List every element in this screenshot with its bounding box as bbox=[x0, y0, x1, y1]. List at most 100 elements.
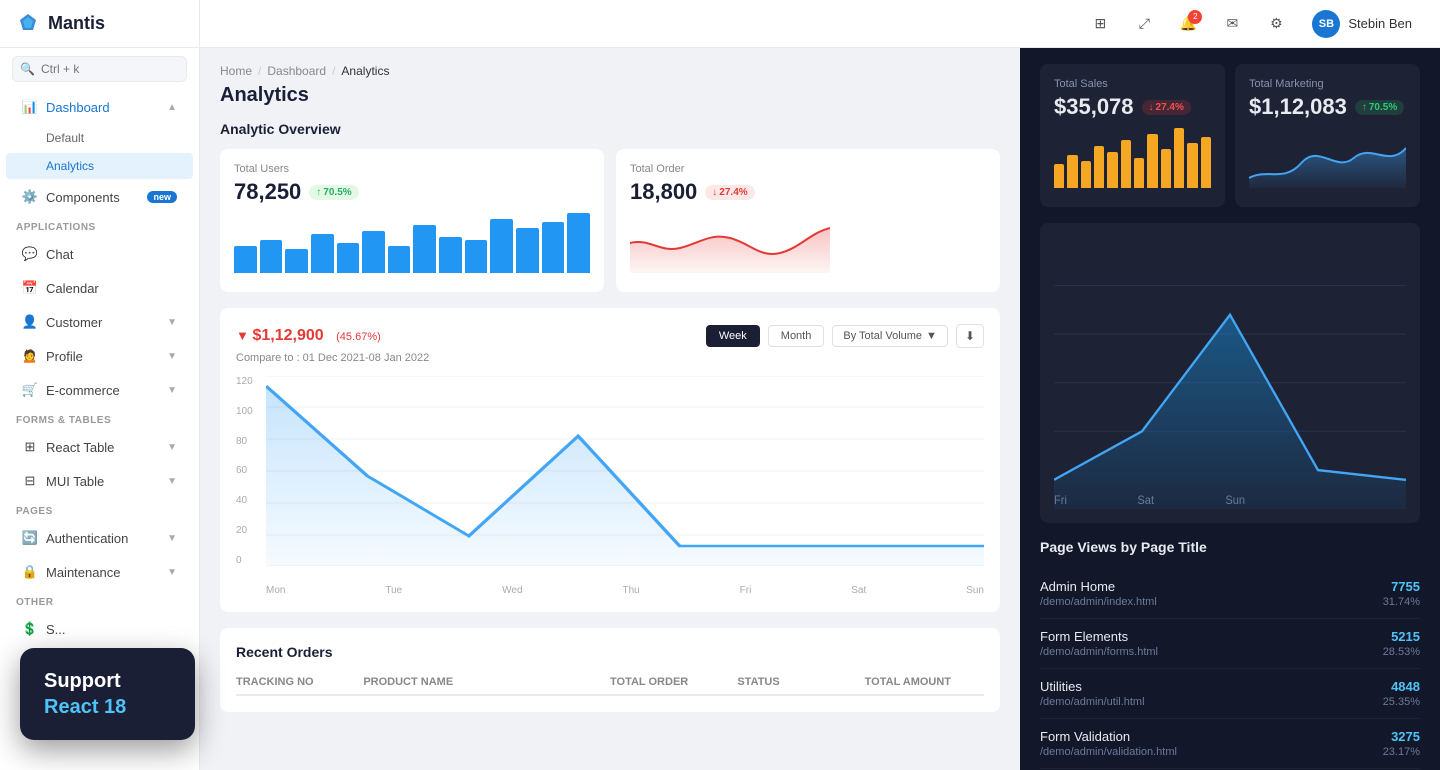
page-view-item: Admin Home /demo/admin/index.html 7755 3… bbox=[1040, 569, 1420, 619]
week-btn[interactable]: Week bbox=[706, 325, 760, 347]
components-icon: ⚙️ bbox=[22, 189, 38, 205]
breadcrumb-home[interactable]: Home bbox=[220, 64, 252, 78]
topbar: ⊞ ⤢ 🔔 2 ✉ ⚙ SB Stebin Ben bbox=[200, 0, 1440, 48]
page-count: 4848 bbox=[1383, 679, 1420, 694]
fullscreen-icon-btn[interactable]: ⤢ bbox=[1128, 8, 1160, 40]
download-btn[interactable]: ⬇ bbox=[956, 324, 984, 348]
new-badge: new bbox=[147, 191, 177, 203]
sidebar-item-label: React Table bbox=[46, 440, 114, 455]
month-btn[interactable]: Month bbox=[768, 325, 825, 347]
breadcrumb-dashboard[interactable]: Dashboard bbox=[267, 64, 326, 78]
page-views-list: Admin Home /demo/admin/index.html 7755 3… bbox=[1040, 569, 1420, 770]
profile-icon: 🙍 bbox=[22, 348, 38, 364]
sales-bar-chart bbox=[1054, 128, 1211, 188]
sidebar-item-customer[interactable]: 👤 Customer ▼ bbox=[6, 306, 193, 338]
svg-text:Fri: Fri bbox=[1054, 495, 1067, 507]
support-react18-popup[interactable]: Support React 18 bbox=[20, 648, 195, 740]
section-forms-tables: Forms & Tables bbox=[0, 407, 199, 430]
notification-badge: 2 bbox=[1188, 10, 1202, 24]
col-total-order: Total Order bbox=[610, 676, 729, 688]
sidebar-item-dashboard[interactable]: 📊 Dashboard ▲ bbox=[6, 91, 193, 123]
chevron-down-icon: ▼ bbox=[167, 533, 177, 544]
section-other: Other bbox=[0, 589, 199, 612]
bell-icon-btn[interactable]: 🔔 2 bbox=[1172, 8, 1204, 40]
avatar: SB bbox=[1312, 10, 1340, 38]
chevron-down-icon: ▼ bbox=[167, 317, 177, 328]
user-menu[interactable]: SB Stebin Ben bbox=[1304, 6, 1420, 42]
mantis-logo-icon bbox=[16, 12, 40, 36]
sidebar-item-react-table[interactable]: ⊞ React Table ▼ bbox=[6, 431, 193, 463]
page-view-item: Form Validation /demo/admin/validation.h… bbox=[1040, 719, 1420, 769]
search-input[interactable] bbox=[12, 56, 187, 82]
users-bar-chart bbox=[234, 213, 590, 273]
sidebar-item-label: Customer bbox=[46, 315, 102, 330]
sidebar-subitem-default[interactable]: Default bbox=[6, 125, 193, 151]
col-tracking: Tracking No bbox=[236, 676, 355, 688]
sidebar-item-label: Calendar bbox=[46, 281, 99, 296]
col-total-amount: Total Amount bbox=[865, 676, 984, 688]
search-icon: 🔍 bbox=[20, 62, 35, 76]
breadcrumb: Home / Dashboard / Analytics bbox=[220, 64, 1000, 78]
stat-card-orders: Total Order 18,800 ↓ 27.4% bbox=[616, 149, 1000, 292]
calendar-icon: 📅 bbox=[22, 280, 38, 296]
stat-label: Total Users bbox=[234, 163, 590, 175]
sidebar-item-label: S... bbox=[46, 622, 66, 637]
chevron-up-icon: ▲ bbox=[167, 102, 177, 113]
recent-orders-title: Recent Orders bbox=[236, 644, 984, 660]
page-view-item: Form Elements /demo/admin/forms.html 521… bbox=[1040, 619, 1420, 669]
support-text-line2: React 18 bbox=[44, 694, 171, 720]
sidebar-item-chat[interactable]: 💬 Chat bbox=[6, 238, 193, 270]
stat-label-dark: Total Sales bbox=[1054, 78, 1211, 90]
income-header: ▼ $1,12,900 (45.67%) Week Month By Total… bbox=[236, 324, 984, 348]
page-url: /demo/admin/util.html bbox=[1040, 696, 1145, 708]
page-view-item: Utilities /demo/admin/util.html 4848 25.… bbox=[1040, 669, 1420, 719]
volume-btn[interactable]: By Total Volume ▼ bbox=[832, 325, 948, 347]
page-pct: 28.53% bbox=[1383, 646, 1420, 658]
auth-icon: 🔄 bbox=[22, 530, 38, 546]
dashboard-icon: 📊 bbox=[22, 99, 38, 115]
sidebar-item-components[interactable]: ⚙️ Components new bbox=[6, 181, 193, 213]
stat-cards-row: Total Users 78,250 ↑ 70.5% bbox=[220, 149, 1000, 292]
content-right: Total Sales $35,078 ↓ 27.4% bbox=[1020, 48, 1440, 770]
income-arrow: ▼ bbox=[236, 328, 252, 343]
breadcrumb-sep2: / bbox=[332, 64, 335, 78]
mail-icon-btn[interactable]: ✉ bbox=[1216, 8, 1248, 40]
sidebar-item-profile[interactable]: 🙍 Profile ▼ bbox=[6, 340, 193, 372]
sidebar-item-label: Dashboard bbox=[46, 100, 110, 115]
customer-icon: 👤 bbox=[22, 314, 38, 330]
income-line-chart: 120 100 80 60 40 20 0 bbox=[236, 376, 984, 596]
sidebar-item-calendar[interactable]: 📅 Calendar bbox=[6, 272, 193, 304]
sidebar-item-authentication[interactable]: 🔄 Authentication ▼ bbox=[6, 522, 193, 554]
page-name: Admin Home bbox=[1040, 579, 1157, 594]
chevron-down-icon: ▼ bbox=[167, 567, 177, 578]
page-count: 3275 bbox=[1383, 729, 1420, 744]
content-left: Home / Dashboard / Analytics Analytics A… bbox=[200, 48, 1020, 770]
ecommerce-icon: 🛒 bbox=[22, 382, 38, 398]
income-value: $1,12,900 bbox=[252, 327, 323, 344]
chevron-down-icon: ▼ bbox=[167, 385, 177, 396]
income-change: (45.67%) bbox=[336, 331, 381, 343]
sidebar-item-ecommerce[interactable]: 🛒 E-commerce ▼ bbox=[6, 374, 193, 406]
apps-icon-btn[interactable]: ⊞ bbox=[1084, 8, 1116, 40]
sidebar-item-label: Components bbox=[46, 190, 120, 205]
page-count: 7755 bbox=[1383, 579, 1420, 594]
stat-label-dark: Total Marketing bbox=[1249, 78, 1406, 90]
marketing-area-chart bbox=[1249, 128, 1406, 188]
arrow-down-icon: ↓ bbox=[712, 187, 717, 198]
stat-badge-down-dark: ↓ 27.4% bbox=[1142, 100, 1191, 115]
page-name: Form Elements bbox=[1040, 629, 1158, 644]
stat-label: Total Order bbox=[630, 163, 986, 175]
settings-icon-btn[interactable]: ⚙ bbox=[1260, 8, 1292, 40]
sidebar-item-s1[interactable]: 💲 S... bbox=[6, 613, 193, 645]
sidebar-item-maintenance[interactable]: 🔒 Maintenance ▼ bbox=[6, 556, 193, 588]
income-overview-card: ▼ $1,12,900 (45.67%) Week Month By Total… bbox=[220, 308, 1000, 612]
breadcrumb-sep: / bbox=[258, 64, 261, 78]
y-axis-labels: 120 100 80 60 40 20 0 bbox=[236, 376, 253, 566]
sidebar-item-mui-table[interactable]: ⊟ MUI Table ▼ bbox=[6, 465, 193, 497]
chevron-down-icon: ▼ bbox=[167, 476, 177, 487]
page-title: Analytics bbox=[220, 84, 1000, 107]
app-name: Mantis bbox=[48, 13, 105, 34]
page-url: /demo/admin/index.html bbox=[1040, 596, 1157, 608]
sidebar-logo[interactable]: Mantis bbox=[0, 0, 199, 48]
sidebar-subitem-analytics[interactable]: Analytics bbox=[6, 153, 193, 179]
